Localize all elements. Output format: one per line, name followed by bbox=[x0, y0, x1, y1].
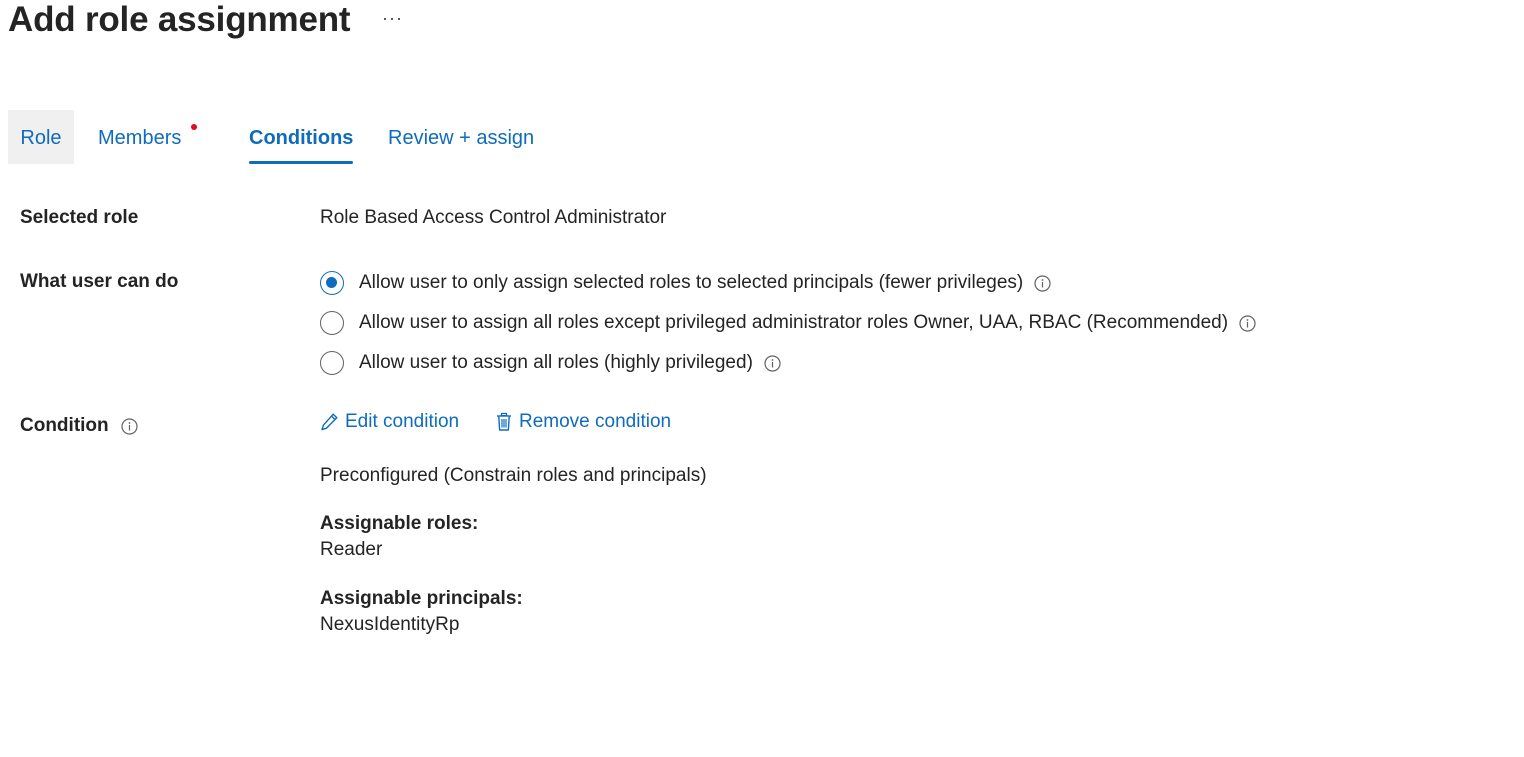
radio-button[interactable] bbox=[320, 311, 344, 335]
what-user-can-do-label: What user can do bbox=[20, 271, 179, 292]
tab-members[interactable]: Members bbox=[98, 110, 181, 164]
condition-label: Condition bbox=[20, 415, 109, 436]
radio-label: Allow user to assign all roles except pr… bbox=[359, 312, 1229, 333]
radio-label: Allow user to only assign selected roles… bbox=[359, 272, 1024, 293]
tab-review-assign[interactable]: Review + assign bbox=[388, 110, 534, 164]
tab-conditions[interactable]: Conditions bbox=[249, 110, 354, 164]
info-icon[interactable] bbox=[1034, 274, 1051, 292]
info-icon[interactable] bbox=[121, 417, 138, 435]
page-title: Add role assignment bbox=[8, 0, 351, 39]
remove-condition-button[interactable]: Remove condition bbox=[495, 411, 671, 433]
radio-button[interactable] bbox=[320, 351, 344, 375]
radio-option-fewer-privileges[interactable]: Allow user to only assign selected roles… bbox=[320, 268, 1051, 298]
selected-role-value: Role Based Access Control Administrator bbox=[320, 207, 667, 228]
remove-condition-label: Remove condition bbox=[519, 411, 672, 432]
info-icon[interactable] bbox=[764, 354, 781, 372]
tab-role[interactable]: Role bbox=[8, 110, 74, 164]
assignable-principals-label: Assignable principals: bbox=[320, 588, 523, 609]
condition-label-row: Condition bbox=[20, 415, 138, 437]
assignable-roles-label: Assignable roles: bbox=[320, 513, 479, 534]
assignable-principals-value: NexusIdentityRp bbox=[320, 614, 460, 635]
more-options-button[interactable]: ··· bbox=[382, 8, 403, 29]
selected-role-label: Selected role bbox=[20, 207, 139, 228]
radio-label: Allow user to assign all roles (highly p… bbox=[359, 352, 753, 373]
members-error-dot bbox=[191, 124, 197, 130]
radio-option-recommended[interactable]: Allow user to assign all roles except pr… bbox=[320, 308, 1256, 338]
radio-option-highly-privileged[interactable]: Allow user to assign all roles (highly p… bbox=[320, 348, 781, 378]
edit-condition-button[interactable]: Edit condition bbox=[320, 411, 459, 433]
edit-condition-label: Edit condition bbox=[345, 411, 460, 432]
tab-bar: Role Members Conditions Review + assign bbox=[8, 110, 608, 164]
assignable-roles-value: Reader bbox=[320, 539, 383, 560]
condition-summary: Preconfigured (Constrain roles and princ… bbox=[320, 465, 707, 486]
trash-icon bbox=[497, 412, 511, 431]
info-icon[interactable] bbox=[1239, 314, 1256, 332]
radio-button[interactable] bbox=[320, 271, 344, 295]
pencil-icon bbox=[321, 413, 338, 431]
